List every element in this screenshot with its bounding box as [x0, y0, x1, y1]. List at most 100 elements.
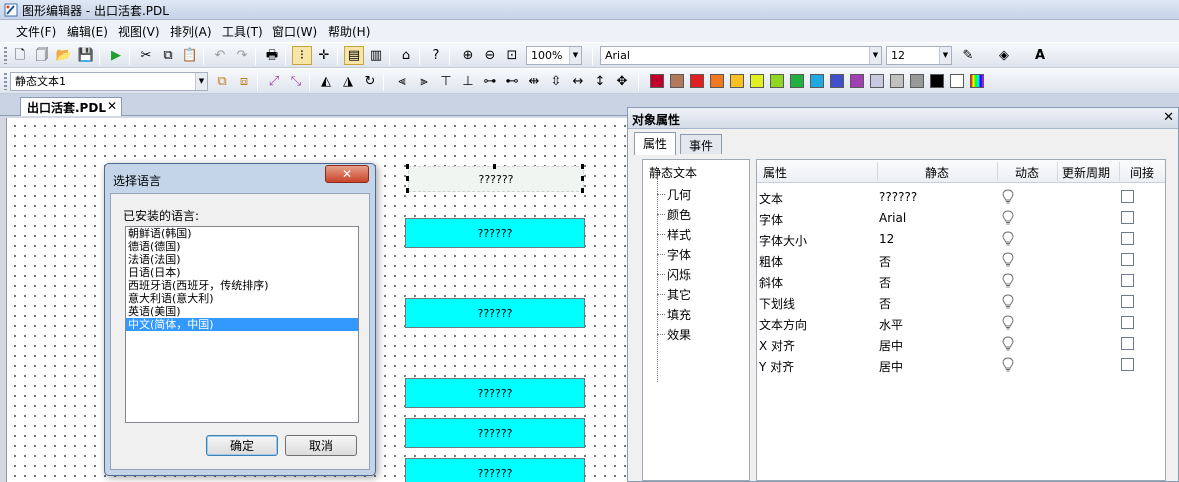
property-row[interactable]: X 对齐 居中 [757, 334, 1165, 355]
menu-window[interactable]: 窗口(W) [272, 23, 317, 40]
resize-handle[interactable] [581, 164, 584, 169]
static-text-object[interactable]: ?????? [405, 378, 585, 408]
same-width-icon[interactable]: ↔ [568, 72, 588, 91]
zoom-area-icon[interactable]: ⊡ [502, 46, 522, 65]
lightbulb-icon[interactable] [1002, 210, 1014, 226]
grid-icon[interactable]: ⁝ [292, 46, 312, 65]
resize-handle[interactable] [493, 164, 496, 169]
ok-button[interactable]: 确定 [206, 435, 278, 456]
lightbulb-icon[interactable] [1002, 189, 1014, 205]
language-option[interactable]: 西班牙语(西班牙，传统排序) [126, 279, 358, 292]
font-select[interactable]: Arial ▼ [600, 46, 882, 65]
run-icon[interactable]: ▶ [106, 46, 126, 65]
resize-handle[interactable] [406, 164, 409, 169]
undo-icon[interactable]: ↶ [210, 46, 230, 65]
color-swatch[interactable] [950, 74, 964, 88]
property-value[interactable]: 12 [879, 232, 894, 246]
align-right-icon[interactable]: ⫸ [414, 72, 434, 91]
fill-color-icon[interactable]: ◈ [994, 46, 1014, 65]
resize-handle[interactable] [581, 188, 584, 193]
property-row[interactable]: 斜体 否 [757, 271, 1165, 292]
resize-handle[interactable] [406, 176, 409, 181]
tree-item[interactable]: 闪烁 [667, 266, 691, 283]
distribute-vertical-icon[interactable]: ⇳ [546, 72, 566, 91]
static-text-object[interactable]: ?????? [405, 298, 585, 328]
property-row[interactable]: 文本?????? [757, 187, 1165, 208]
bring-front-icon[interactable]: ⧉ [212, 72, 232, 91]
indirect-checkbox[interactable] [1121, 232, 1134, 245]
color-swatch[interactable] [650, 74, 664, 88]
tab-events[interactable]: 事件 [680, 134, 723, 154]
layers-icon[interactable]: ▤ [344, 46, 364, 65]
toolbar-grip[interactable] [4, 73, 7, 90]
paste-icon[interactable]: 📋 [180, 46, 200, 65]
resize-handle[interactable] [581, 176, 584, 181]
connector-edit-icon[interactable]: ⤡ [286, 72, 306, 91]
font-color-icon[interactable]: A [1030, 46, 1050, 65]
font-size-select[interactable]: 12 ▼ [886, 46, 952, 65]
align-left-icon[interactable]: ⫷ [392, 72, 412, 91]
zoom-select[interactable]: 100% ▼ [526, 46, 582, 65]
tree-item[interactable]: 颜色 [667, 206, 691, 223]
more-colors-icon[interactable] [970, 74, 984, 88]
tree-item[interactable]: 字体 [667, 246, 691, 263]
property-row[interactable]: Y 对齐 居中 [757, 355, 1165, 376]
tree-item[interactable]: 其它 [667, 286, 691, 303]
lightbulb-icon[interactable] [1002, 357, 1014, 373]
lightbulb-icon[interactable] [1002, 315, 1014, 331]
static-text-object[interactable]: ?????? [405, 458, 585, 482]
menu-view[interactable]: 视图(V) [118, 23, 160, 40]
lightbulb-icon[interactable] [1002, 294, 1014, 310]
language-option[interactable]: 英语(美国) [126, 305, 358, 318]
color-swatch[interactable] [750, 74, 764, 88]
language-option[interactable]: 法语(法国) [126, 253, 358, 266]
menu-file[interactable]: 文件(F) [16, 23, 56, 40]
new-template-icon[interactable]: 🗍 [32, 46, 52, 65]
same-size-icon[interactable]: ✥ [612, 72, 632, 91]
menu-tools[interactable]: 工具(T) [222, 23, 263, 40]
menu-edit[interactable]: 编辑(E) [67, 23, 108, 40]
tab-document[interactable]: 出口活套.PDL ✕ [20, 97, 122, 116]
property-value[interactable]: 否 [879, 253, 891, 270]
toolbar-grip[interactable] [4, 47, 7, 64]
tree-item[interactable]: 样式 [667, 226, 691, 243]
tree-item[interactable]: 效果 [667, 326, 691, 343]
language-list[interactable]: 朝鲜语(韩国) 德语(德国) 法语(法国) 日语(日本) 西班牙语(西班牙，传统排序) 意… [125, 226, 359, 423]
indirect-checkbox[interactable] [1121, 295, 1134, 308]
column-header[interactable]: 更新周期 [1062, 164, 1110, 181]
indirect-checkbox[interactable] [1121, 337, 1134, 350]
property-row[interactable]: 字体 Arial [757, 208, 1165, 229]
rotate-icon[interactable]: ↻ [360, 72, 380, 91]
property-value[interactable]: 否 [879, 295, 891, 312]
language-option[interactable]: 朝鲜语(韩国) [126, 227, 358, 240]
property-value[interactable]: 水平 [879, 316, 903, 333]
color-swatch[interactable] [670, 74, 684, 88]
lightbulb-icon[interactable] [1002, 336, 1014, 352]
static-text-object[interactable]: ?????? [405, 218, 585, 248]
color-swatch[interactable] [890, 74, 904, 88]
save-icon[interactable]: 💾 [76, 46, 96, 65]
library-icon[interactable]: ⌂ [396, 46, 416, 65]
property-value[interactable]: ?????? [879, 190, 917, 204]
flip-vertical-icon[interactable]: ◮ [338, 72, 358, 91]
static-text-object[interactable]: ?????? [405, 418, 585, 448]
zoom-in-icon[interactable]: ⊕ [458, 46, 478, 65]
zoom-out-icon[interactable]: ⊖ [480, 46, 500, 65]
color-swatch[interactable] [870, 74, 884, 88]
lightbulb-icon[interactable] [1002, 273, 1014, 289]
flip-horizontal-icon[interactable]: ◭ [316, 72, 336, 91]
connector-icon[interactable]: ⤢ [264, 72, 284, 91]
align-top-icon[interactable]: ⊤ [436, 72, 456, 91]
tree-item[interactable]: 几何 [667, 186, 691, 203]
color-swatch[interactable] [690, 74, 704, 88]
language-option[interactable]: 德语(德国) [126, 240, 358, 253]
color-swatch[interactable] [930, 74, 944, 88]
center-vertical-icon[interactable]: ⊷ [502, 72, 522, 91]
close-icon[interactable]: ✕ [107, 99, 117, 113]
lightbulb-icon[interactable] [1002, 252, 1014, 268]
indirect-checkbox[interactable] [1121, 190, 1134, 203]
open-folder-icon[interactable]: 📂 [54, 46, 74, 65]
redo-icon[interactable]: ↷ [232, 46, 252, 65]
line-color-icon[interactable]: ✎ [958, 46, 978, 65]
print-icon[interactable]: 🖶 [262, 46, 282, 65]
